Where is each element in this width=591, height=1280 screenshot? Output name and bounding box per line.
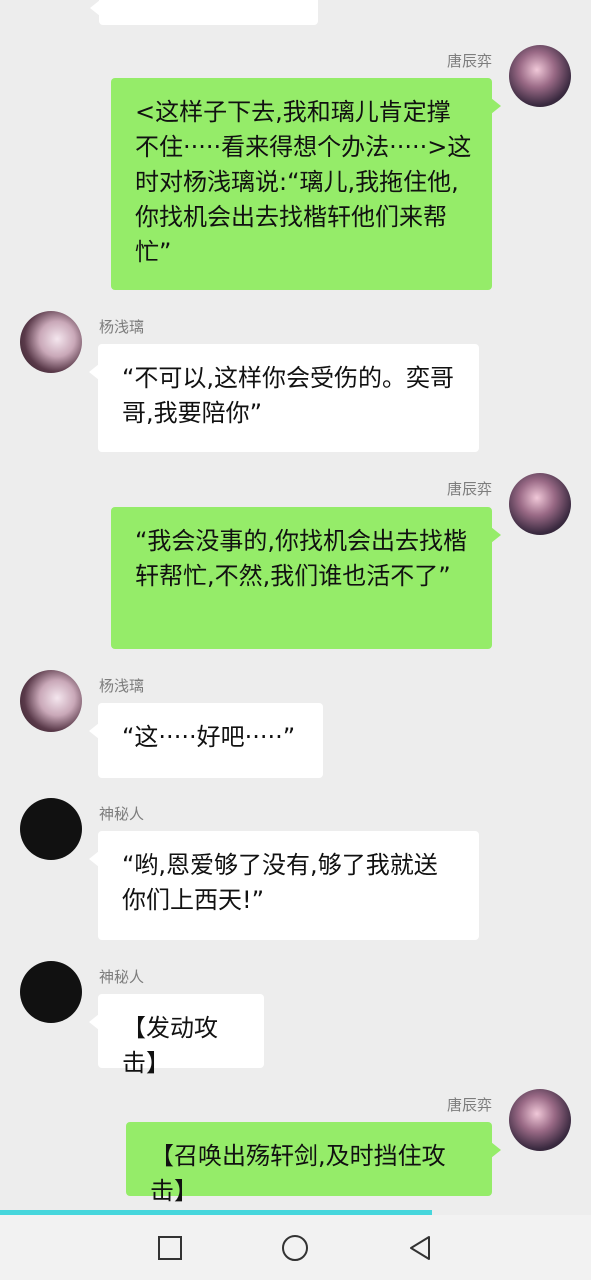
circle-icon[interactable] xyxy=(280,1233,310,1263)
back-triangle-icon[interactable] xyxy=(405,1233,435,1263)
avatar-tang[interactable] xyxy=(509,45,571,107)
sender-name: 唐辰弈 xyxy=(446,1096,492,1114)
message-bubble[interactable]: 【召唤出殇轩剑,及时挡住攻击】 xyxy=(126,1122,501,1205)
avatar-tang[interactable] xyxy=(509,1089,571,1151)
sender-name: 杨浅璃 xyxy=(99,677,145,695)
message-bubble[interactable]: “这·····好吧·····” xyxy=(89,703,323,778)
sender-name: 唐辰弈 xyxy=(446,480,492,498)
navigation-bar xyxy=(0,1215,591,1280)
square-icon[interactable] xyxy=(155,1233,185,1263)
avatar-yang[interactable] xyxy=(20,670,82,732)
avatar-tang[interactable] xyxy=(509,473,571,535)
message-bubble[interactable]: <这样子下去,我和璃儿肯定撑不住·····看来得想个办法·····>这时对杨浅璃… xyxy=(111,78,501,290)
sender-name: 神秘人 xyxy=(99,805,145,823)
message-bubble[interactable]: “哟,恩爱够了没有,够了我就送你们上西天!” xyxy=(89,831,479,940)
avatar-mystery[interactable] xyxy=(20,798,82,860)
avatar-mystery[interactable] xyxy=(20,961,82,1023)
sender-name: 唐辰弈 xyxy=(446,52,492,70)
message-bubble[interactable]: 【发动攻击】 xyxy=(89,994,264,1077)
sender-name: 杨浅璃 xyxy=(99,318,145,336)
sender-name: 神秘人 xyxy=(99,968,145,986)
message-bubble[interactable]: “不可以,这样你会受伤的。奕哥哥,我要陪你” xyxy=(89,344,479,452)
message-bubble[interactable]: “我会没事的,你找机会出去找楷轩帮忙,不然,我们谁也活不了” xyxy=(111,507,501,649)
message-bubble[interactable] xyxy=(90,0,318,25)
avatar-yang[interactable] xyxy=(20,311,82,373)
